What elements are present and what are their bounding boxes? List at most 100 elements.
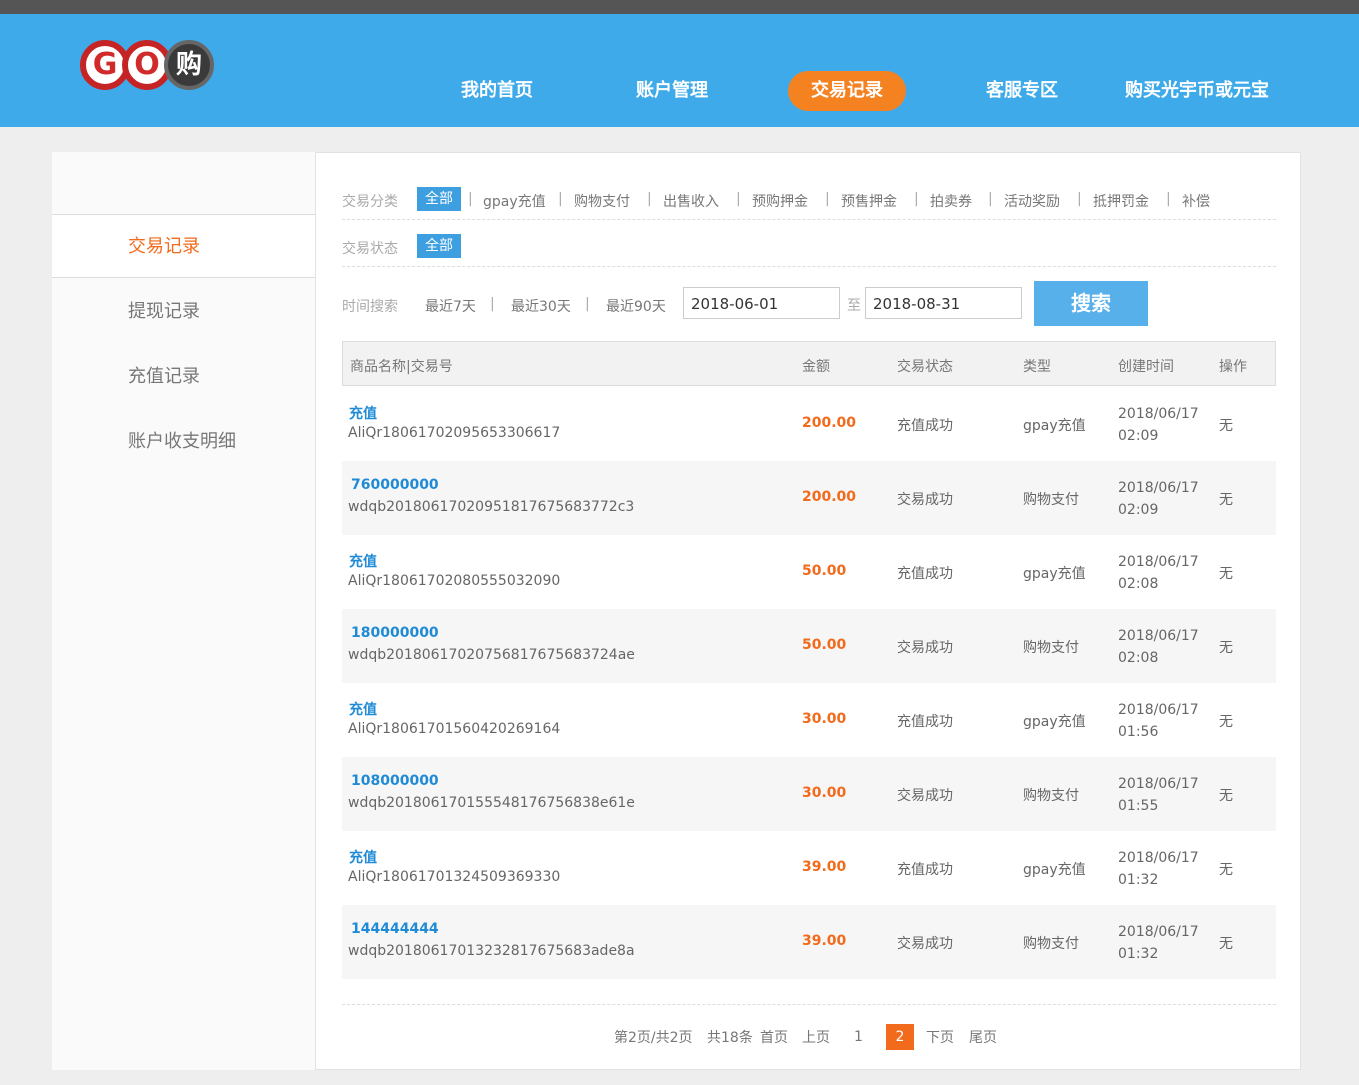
item-name-link[interactable]: 144444444 [351, 921, 439, 937]
sidebar-item-transactions[interactable]: 交易记录 [52, 214, 316, 278]
pager-first[interactable]: 首页 [760, 1027, 788, 1047]
category-shopping[interactable]: 购物支付 [574, 191, 630, 211]
search-button[interactable]: 搜索 [1034, 281, 1148, 326]
separator: | [1166, 191, 1171, 207]
nav-transactions[interactable]: 交易记录 [788, 71, 906, 111]
sidebar: 交易记录 提现记录 充值记录 账户收支明细 [52, 152, 316, 1070]
created-time: 2018/06/17 02:09 [1118, 403, 1208, 447]
separator: | [585, 296, 590, 312]
nav-service[interactable]: 客服专区 [972, 71, 1072, 111]
type: gpay充值 [1023, 566, 1086, 582]
table-row: 144444444 wdqb20180617013232817675683ade… [342, 905, 1276, 979]
col-created: 创建时间 [1118, 359, 1174, 375]
date-from-input[interactable]: 2018-06-01 [683, 287, 840, 319]
time-label: 时间搜索 [342, 299, 398, 315]
table-row: 充值 AliQr18061702080555032090 50.00 充值成功 … [342, 535, 1276, 609]
table-row: 充值 AliQr18061702095653306617 200.00 充值成功… [342, 387, 1276, 461]
status: 充值成功 [897, 418, 953, 434]
nav-buy-coins[interactable]: 购买光宇币或元宝 [1118, 71, 1276, 111]
created-clock: 01:55 [1118, 798, 1159, 814]
pager-next[interactable]: 下页 [926, 1027, 954, 1047]
category-rewards[interactable]: 活动奖励 [1004, 191, 1060, 211]
category-compensation[interactable]: 补偿 [1182, 191, 1210, 211]
created-date: 2018/06/17 [1118, 702, 1199, 718]
date-to-input[interactable]: 2018-08-31 [865, 287, 1022, 319]
nav-home[interactable]: 我的首页 [447, 71, 547, 111]
pager-summary: 第2页/共2页 [614, 1030, 693, 1046]
logo[interactable]: G O 购 [80, 40, 214, 104]
type: gpay充值 [1023, 862, 1086, 878]
sidebar-item-account-details[interactable]: 账户收支明细 [52, 410, 315, 474]
separator: | [914, 191, 919, 207]
col-name: 商品名称|交易号 [350, 359, 453, 375]
pager-last[interactable]: 尾页 [969, 1027, 997, 1047]
separator: | [825, 191, 830, 207]
category-presale-deposit[interactable]: 预售押金 [841, 191, 897, 211]
category-label: 交易分类 [342, 194, 398, 210]
sidebar-item-withdrawals[interactable]: 提现记录 [52, 280, 315, 344]
item-name-link[interactable]: 180000000 [351, 625, 439, 641]
action: 无 [1219, 566, 1233, 582]
pager-prev[interactable]: 上页 [802, 1027, 830, 1047]
status: 充值成功 [897, 862, 953, 878]
created-clock: 01:56 [1118, 724, 1159, 740]
created-date: 2018/06/17 [1118, 406, 1199, 422]
item-name-link[interactable]: 充值 [349, 551, 377, 571]
created-clock: 02:09 [1118, 428, 1159, 444]
type: 购物支付 [1023, 936, 1079, 952]
created-time: 2018/06/17 01:32 [1118, 847, 1208, 891]
status: 交易成功 [897, 492, 953, 508]
action: 无 [1219, 714, 1233, 730]
col-status: 交易状态 [897, 359, 953, 375]
item-name-link[interactable]: 充值 [349, 847, 377, 867]
created-time: 2018/06/17 02:08 [1118, 625, 1208, 669]
action: 无 [1219, 788, 1233, 804]
status: 交易成功 [897, 788, 953, 804]
divider [342, 219, 1276, 220]
created-date: 2018/06/17 [1118, 480, 1199, 496]
created-clock: 02:08 [1118, 576, 1159, 592]
amount: 30.00 [802, 711, 847, 727]
separator: | [490, 296, 495, 312]
category-sales[interactable]: 出售收入 [663, 191, 719, 211]
category-gpay[interactable]: gpay充值 [483, 191, 546, 211]
time-7-days[interactable]: 最近7天 [425, 296, 476, 316]
time-90-days[interactable]: 最近90天 [606, 296, 666, 316]
transaction-id: wdqb201806170155548176756838e61e [348, 795, 635, 811]
table-row: 760000000 wdqb20180617020951817675683772… [342, 461, 1276, 535]
created-clock: 02:09 [1118, 502, 1159, 518]
time-30-days[interactable]: 最近30天 [511, 296, 571, 316]
nav-account[interactable]: 账户管理 [622, 71, 722, 111]
separator: | [647, 191, 652, 207]
separator: | [736, 191, 741, 207]
amount: 39.00 [802, 933, 847, 949]
category-prebuy-deposit[interactable]: 预购押金 [752, 191, 808, 211]
amount: 200.00 [802, 415, 857, 431]
separator: | [988, 191, 993, 207]
amount: 30.00 [802, 785, 847, 801]
item-name-link[interactable]: 108000000 [351, 773, 439, 789]
item-name-link[interactable]: 充值 [349, 699, 377, 719]
created-time: 2018/06/17 01:56 [1118, 699, 1208, 743]
item-name-link[interactable]: 充值 [349, 403, 377, 423]
pager-page-2[interactable]: 2 [886, 1024, 914, 1050]
table-row: 108000000 wdqb201806170155548176756838e6… [342, 757, 1276, 831]
table-header: 商品名称|交易号 金额 交易状态 类型 创建时间 操作 [342, 341, 1276, 386]
type: gpay充值 [1023, 714, 1086, 730]
status-all[interactable]: 全部 [417, 234, 461, 258]
action: 无 [1219, 862, 1233, 878]
col-amount: 金额 [802, 359, 830, 375]
category-penalty[interactable]: 抵押罚金 [1093, 191, 1149, 211]
type: 购物支付 [1023, 492, 1079, 508]
category-auction[interactable]: 拍卖券 [930, 191, 972, 211]
created-clock: 02:08 [1118, 650, 1159, 666]
item-name-link[interactable]: 760000000 [351, 477, 439, 493]
action: 无 [1219, 640, 1233, 656]
pager-page-1[interactable]: 1 [854, 1029, 863, 1045]
sidebar-item-recharges[interactable]: 充值记录 [52, 345, 315, 409]
table-row: 180000000 wdqb20180617020756817675683724… [342, 609, 1276, 683]
created-date: 2018/06/17 [1118, 628, 1199, 644]
transaction-id: wdqb20180617020951817675683772c3 [348, 499, 635, 515]
status: 交易成功 [897, 640, 953, 656]
category-all[interactable]: 全部 [417, 187, 461, 211]
